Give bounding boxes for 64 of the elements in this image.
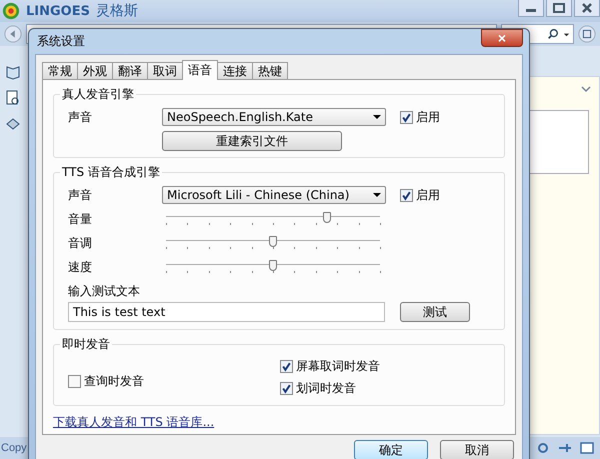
checkbox-label: 查询时发音 [84, 373, 144, 390]
option-checkbox[interactable]: 划词时发音 [280, 377, 498, 399]
slider-thumb[interactable] [269, 236, 277, 247]
book-icon[interactable] [5, 64, 21, 80]
voice-dropdown[interactable]: NeoSpeech.English.Kate [162, 108, 386, 126]
checkbox-label: 划词时发音 [296, 380, 356, 396]
chevron-down-icon[interactable] [581, 85, 591, 93]
slider-label: 音调 [68, 234, 93, 252]
app-name: 灵格斯 [96, 2, 138, 20]
checkbox[interactable] [68, 375, 81, 388]
close-button[interactable] [574, 0, 600, 17]
logo-icon [2, 2, 20, 20]
window-icon[interactable] [580, 441, 594, 455]
app-logo-text: LINGOES [26, 4, 90, 18]
dropdown-arrow-icon[interactable] [563, 30, 570, 38]
checkbox-label: 启用 [416, 108, 440, 126]
voice-dropdown[interactable]: Microsoft Lili - Chinese (China) [162, 186, 386, 204]
slider-track[interactable] [166, 212, 380, 226]
download-link[interactable]: 下载真人发音和 TTS 语音库... [53, 414, 214, 431]
checkbox-label: 启用 [416, 186, 440, 204]
checkbox[interactable] [280, 382, 293, 394]
group-title: TTS 语音合成引擎 [61, 164, 161, 181]
checkbox[interactable] [400, 188, 413, 202]
option-checkbox[interactable]: 查询时发音 [68, 373, 280, 390]
field-label: 声音 [68, 108, 93, 126]
slider-label: 音量 [68, 210, 93, 228]
enable-checkbox[interactable]: 启用 [400, 108, 440, 126]
test-text-field[interactable]: This is test text [68, 302, 385, 322]
slider-track[interactable] [166, 260, 380, 274]
checkbox[interactable] [280, 360, 293, 372]
slider-thumb[interactable] [269, 260, 277, 271]
slider-thumb[interactable] [322, 212, 330, 223]
tab[interactable]: 常规 [42, 62, 78, 79]
checkbox-label: 屏幕取词时发音 [296, 358, 380, 374]
group-title: 即时发音 [61, 336, 111, 353]
option-checkbox[interactable]: 屏幕取词时发音 [280, 355, 498, 377]
tab[interactable]: 连接 [217, 62, 253, 79]
dialog-title: 系统设置 [37, 33, 85, 50]
checkbox[interactable] [400, 110, 413, 124]
field-label: 声音 [68, 186, 93, 204]
dialog-button[interactable]: 取消 [440, 440, 514, 459]
slider-label: 速度 [68, 258, 93, 276]
enable-checkbox[interactable]: 启用 [400, 186, 440, 204]
dialog-button[interactable]: 确定 [354, 440, 428, 459]
test-button[interactable]: 测试 [400, 302, 470, 322]
minimize-button[interactable] [518, 0, 544, 17]
circle-icon[interactable] [536, 441, 550, 455]
caret-icon [373, 113, 381, 121]
caret-icon [373, 191, 381, 199]
field-label: 输入测试文本 [68, 283, 141, 299]
tab[interactable]: 翻译 [112, 62, 148, 79]
tab[interactable]: 热键 [252, 62, 288, 79]
tab[interactable]: 外观 [77, 62, 113, 79]
tab[interactable]: 语音 [182, 60, 218, 80]
slider-track[interactable] [166, 236, 380, 250]
group-title: 真人发音引擎 [61, 86, 135, 103]
back-icon[interactable] [4, 25, 22, 43]
document-search-icon[interactable] [5, 90, 21, 106]
search-icon [547, 28, 559, 40]
rebuild-index-button[interactable]: 重建索引文件 [162, 131, 342, 151]
maximize-button[interactable] [546, 0, 572, 17]
status-text: Copy [1, 442, 27, 454]
menu-icon[interactable] [578, 25, 596, 43]
tab[interactable]: 取词 [147, 62, 183, 79]
